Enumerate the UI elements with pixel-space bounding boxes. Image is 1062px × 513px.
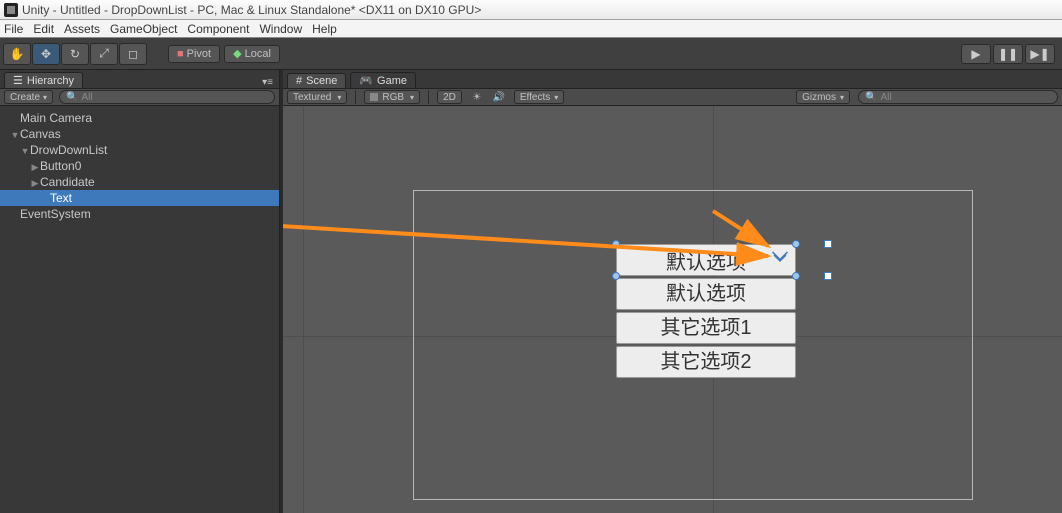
- menu-help[interactable]: Help: [312, 22, 337, 36]
- scene-toolbar: Textured▾ RGB▾ 2D ☀ 🔊 Effects▾ Gizmos▾ 🔍…: [283, 88, 1062, 106]
- pivot-toggle[interactable]: ■Pivot: [168, 45, 220, 63]
- audio-icon[interactable]: 🔊: [492, 90, 506, 104]
- tree-item-eventsystem[interactable]: EventSystem: [0, 206, 279, 222]
- step-button[interactable]: ▶❚: [1025, 44, 1055, 64]
- selection-handle[interactable]: [792, 240, 800, 248]
- light-icon[interactable]: ☀: [470, 90, 484, 104]
- scene-viewport[interactable]: 默认选项 默认选项 其它选项1 其它选项2: [283, 106, 1062, 513]
- scene-panel: #Scene 🎮Game Textured▾ RGB▾ 2D ☀ 🔊 Effec…: [283, 70, 1062, 513]
- dropdown-selected-text: 默认选项: [666, 246, 746, 275]
- canvas-outline: [413, 190, 973, 500]
- local-toggle[interactable]: ◆Local: [224, 45, 280, 63]
- menu-file[interactable]: File: [4, 22, 23, 36]
- tree-item-canvas[interactable]: ▼Canvas: [0, 126, 279, 142]
- rgb-dropdown[interactable]: RGB▾: [364, 90, 420, 104]
- hierarchy-search[interactable]: 🔍All: [59, 90, 275, 104]
- selection-handle[interactable]: [612, 240, 620, 248]
- scene-search[interactable]: 🔍All: [858, 90, 1058, 104]
- menu-bar: File Edit Assets GameObject Component Wi…: [0, 20, 1062, 38]
- game-tab[interactable]: 🎮Game: [350, 72, 416, 88]
- rotate-tool-icon[interactable]: ↻: [61, 43, 89, 65]
- panel-menu-icon[interactable]: ▾≡: [262, 77, 273, 88]
- tree-item-text[interactable]: Text: [0, 190, 279, 206]
- scene-tab[interactable]: #Scene: [287, 73, 346, 88]
- effects-dropdown[interactable]: Effects▾: [514, 90, 564, 104]
- tree-item-candidate[interactable]: ▶Candidate: [0, 174, 279, 190]
- selection-handle[interactable]: [612, 272, 620, 280]
- tree-item-main-camera[interactable]: Main Camera: [0, 110, 279, 126]
- dropdown-option[interactable]: 默认选项: [616, 278, 796, 310]
- selection-handle[interactable]: [792, 272, 800, 280]
- scale-tool-icon[interactable]: ⤢: [90, 43, 118, 65]
- menu-edit[interactable]: Edit: [33, 22, 54, 36]
- menu-assets[interactable]: Assets: [64, 22, 100, 36]
- tree-item-drowdownlist[interactable]: ▼DrowDownList: [0, 142, 279, 158]
- pivot-handle[interactable]: [824, 240, 832, 248]
- 2d-toggle[interactable]: 2D: [437, 90, 462, 104]
- play-button[interactable]: ▶: [961, 44, 991, 64]
- shading-dropdown[interactable]: Textured▾: [287, 90, 347, 104]
- search-icon: 🔍: [865, 92, 877, 103]
- dropdown-selected[interactable]: 默认选项: [616, 244, 796, 276]
- main-toolbar: ✋ ✥ ↻ ⤢ ◻ ■Pivot ◆Local ▶ ❚❚ ▶❚: [0, 38, 1062, 70]
- create-dropdown[interactable]: Create ▾: [4, 90, 53, 104]
- search-icon: 🔍: [66, 92, 78, 103]
- pause-button[interactable]: ❚❚: [993, 44, 1023, 64]
- window-titlebar: Unity - Untitled - DropDownList - PC, Ma…: [0, 0, 1062, 20]
- move-tool-icon[interactable]: ✥: [32, 43, 60, 65]
- hierarchy-panel: ☰Hierarchy ▾≡ Create ▾ 🔍All Main Camera …: [0, 70, 280, 513]
- hierarchy-tree: Main Camera ▼Canvas ▼DrowDownList ▶Butto…: [0, 106, 279, 513]
- menu-component[interactable]: Component: [187, 22, 249, 36]
- pivot-handle[interactable]: [824, 272, 832, 280]
- menu-gameobject[interactable]: GameObject: [110, 22, 177, 36]
- tree-item-button0[interactable]: ▶Button0: [0, 158, 279, 174]
- hierarchy-tab[interactable]: ☰Hierarchy: [4, 72, 83, 88]
- dropdown-option[interactable]: 其它选项2: [616, 346, 796, 378]
- unity-logo-icon: [4, 3, 18, 17]
- dropdown-arrow-icon: [771, 249, 789, 272]
- menu-window[interactable]: Window: [259, 22, 302, 36]
- rect-tool-icon[interactable]: ◻: [119, 43, 147, 65]
- gizmos-dropdown[interactable]: Gizmos▾: [796, 90, 850, 104]
- dropdown-option[interactable]: 其它选项1: [616, 312, 796, 344]
- window-title: Unity - Untitled - DropDownList - PC, Ma…: [22, 3, 481, 17]
- hand-tool-icon[interactable]: ✋: [3, 43, 31, 65]
